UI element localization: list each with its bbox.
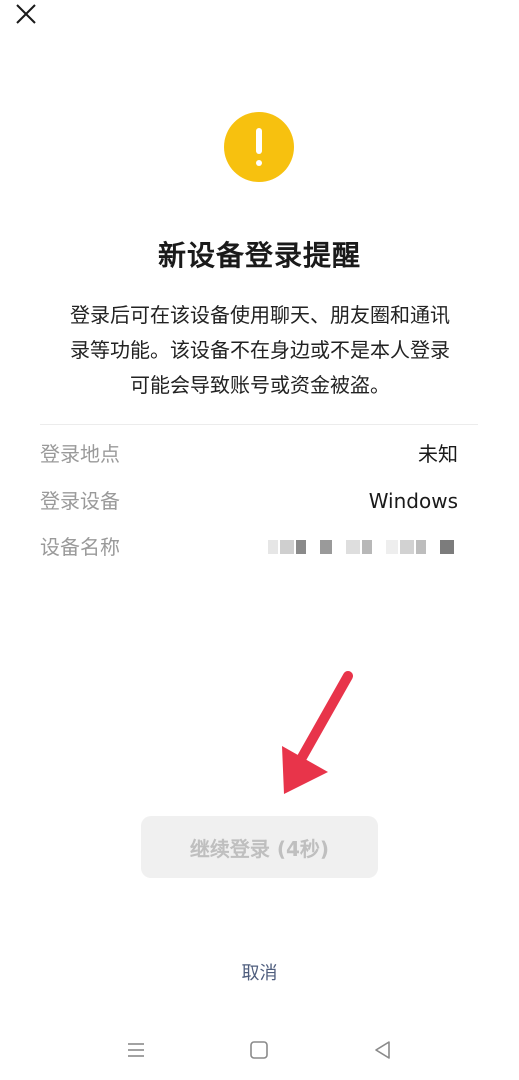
close-icon xyxy=(16,4,36,24)
detail-label: 登录地点 xyxy=(40,442,120,466)
cancel-button[interactable]: 取消 xyxy=(0,959,519,985)
menu-button[interactable] xyxy=(122,1036,150,1064)
system-navigation-bar xyxy=(0,1030,519,1070)
page-title: 新设备登录提醒 xyxy=(157,239,361,272)
detail-row-location: 登录地点 未知 xyxy=(40,438,458,470)
detail-row-device-name: 设备名称 xyxy=(40,531,458,563)
description-line: 录等功能。该设备不在身边或不是本人登录 xyxy=(70,338,450,362)
warning-icon xyxy=(224,112,294,182)
pixelated-redacted-text xyxy=(268,540,458,554)
close-button[interactable] xyxy=(10,0,42,28)
home-icon xyxy=(250,1041,268,1059)
description-line: 登录后可在该设备使用聊天、朋友圈和通讯 xyxy=(70,303,450,327)
menu-icon xyxy=(128,1043,144,1057)
detail-label: 设备名称 xyxy=(40,535,120,559)
back-icon xyxy=(375,1041,390,1059)
home-button[interactable] xyxy=(245,1036,273,1064)
detail-row-device: 登录设备 Windows xyxy=(40,485,458,517)
detail-label: 登录设备 xyxy=(40,489,120,513)
back-button[interactable] xyxy=(369,1036,397,1064)
detail-value: 未知 xyxy=(418,442,458,466)
continue-login-button[interactable]: 继续登录 (4秒) xyxy=(141,816,378,878)
divider xyxy=(40,424,478,425)
description-line: 可能会导致账号或资金被盗。 xyxy=(130,373,390,397)
alert-description: 登录后可在该设备使用聊天、朋友圈和通讯 录等功能。该设备不在身边或不是本人登录 … xyxy=(46,298,474,403)
detail-value: Windows xyxy=(368,489,458,513)
red-arrow-icon xyxy=(282,671,353,794)
